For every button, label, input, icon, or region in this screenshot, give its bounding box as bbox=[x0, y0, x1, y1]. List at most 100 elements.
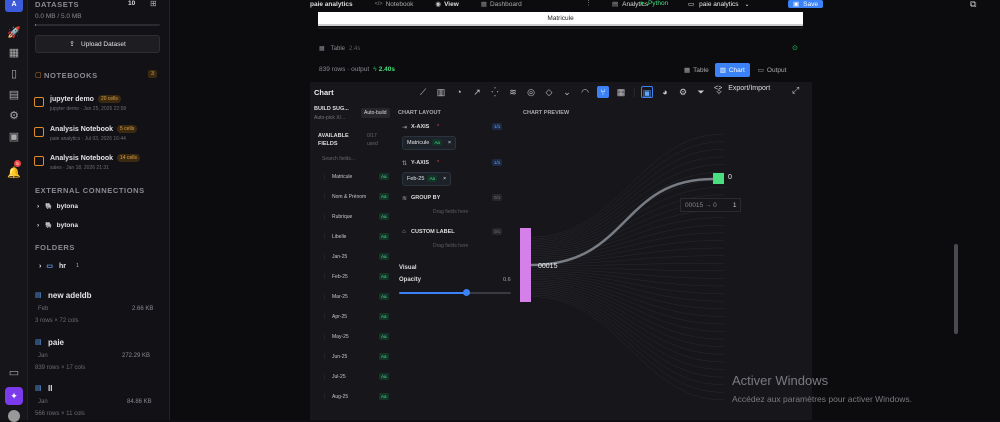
tab-chart[interactable]: ▥ Chart bbox=[714, 63, 750, 77]
rocket-icon[interactable]: 🚀 bbox=[7, 26, 21, 40]
radial-icon[interactable]: ◎ bbox=[525, 86, 537, 98]
add-icon[interactable]: ⊞ bbox=[150, 0, 157, 8]
connection-item[interactable]: › 🐘 bytona bbox=[37, 222, 78, 229]
bell-icon[interactable]: 🔔 bbox=[7, 166, 21, 180]
terminal-icon: ▭ bbox=[757, 67, 764, 74]
bar-chart-icon[interactable]: ▥ bbox=[435, 86, 447, 98]
background-flow-line bbox=[530, 294, 725, 393]
run-duration: 2.40s bbox=[378, 66, 395, 73]
sankey-node-target[interactable] bbox=[713, 173, 724, 184]
tab-output[interactable]: ▭ Output bbox=[754, 63, 791, 77]
chevron-right-icon: › bbox=[39, 262, 42, 270]
more-icon[interactable]: ⋮ bbox=[585, 0, 592, 7]
tab-output-label: Output bbox=[766, 66, 787, 74]
book-icon[interactable]: ▯ bbox=[7, 67, 21, 81]
field-item[interactable]: ⋮ Feb-25 Aa bbox=[320, 272, 390, 286]
notebook-item[interactable]: Analysis Notebook 14 cells sales · Jan 18… bbox=[34, 154, 164, 176]
opacity-thumb[interactable] bbox=[463, 289, 471, 296]
settings-icon[interactable]: ⚙ bbox=[7, 109, 21, 123]
file-item[interactable]: ▤ ll Jan 84.86 KB 566 rows × 11 cols bbox=[35, 384, 165, 420]
field-item[interactable]: ⋮ Jul-25 Aa bbox=[320, 372, 390, 386]
folder-item[interactable]: › ▭ hr 1 bbox=[39, 262, 79, 271]
tab-table[interactable]: ▦ Table bbox=[680, 63, 713, 77]
settings-icon[interactable]: ⚙ bbox=[677, 86, 689, 98]
drag-handle-icon: ⋮ bbox=[322, 234, 327, 240]
expand-icon[interactable]: ⤢ bbox=[792, 85, 799, 96]
box-icon[interactable]: ▣ bbox=[7, 130, 21, 144]
gauge-icon[interactable]: ◠ bbox=[579, 86, 591, 98]
background-flow-line bbox=[530, 240, 725, 262]
file-date: Jan bbox=[38, 399, 48, 405]
filter-icon[interactable]: ⏷ bbox=[695, 86, 707, 98]
y-axis-chip[interactable]: Feb-25 Aa × bbox=[402, 172, 452, 186]
database-icon[interactable]: ▤ bbox=[7, 88, 21, 102]
user-avatar-icon[interactable] bbox=[8, 410, 20, 422]
book-open-icon[interactable]: ▭ bbox=[7, 366, 21, 380]
field-item[interactable]: ⋮ Nom & Prénom Aa bbox=[320, 192, 390, 206]
cube-icon[interactable]: ◇ bbox=[543, 86, 555, 98]
sankey-icon[interactable]: ⑂ bbox=[597, 86, 609, 98]
drag-handle-icon: ⋮ bbox=[322, 214, 327, 220]
field-item[interactable]: ⋮ Mar-25 Aa bbox=[320, 292, 390, 306]
funnel-chart-icon[interactable]: ⌄ bbox=[561, 86, 573, 98]
file-meta: 3 rows × 72 cols bbox=[35, 318, 79, 324]
trend-icon[interactable]: ↗ bbox=[471, 86, 483, 98]
upload-icon: ⇪ bbox=[69, 41, 76, 48]
scatter-icon[interactable]: ⁛ bbox=[489, 86, 501, 98]
group-by-zone[interactable]: ≋ GROUP BY 0/1 Drag fields here bbox=[398, 192, 510, 222]
field-item[interactable]: ⋮ Aug-25 Aa bbox=[320, 392, 390, 406]
auto-build-button[interactable]: Auto-build bbox=[361, 108, 390, 118]
field-item[interactable]: ⋮ Jun-25 Aa bbox=[320, 352, 390, 366]
tab-notebook[interactable]: Notebook bbox=[386, 1, 414, 8]
layers-icon[interactable]: ≋ bbox=[507, 86, 519, 98]
field-item[interactable]: ⋮ Libelle Aa bbox=[320, 232, 390, 246]
header-shadow bbox=[318, 27, 803, 29]
field-item[interactable]: ⋮ Apr-25 Aa bbox=[320, 312, 390, 326]
field-type: Aa bbox=[379, 293, 389, 300]
field-item[interactable]: ⋮ Matricule Aa bbox=[320, 172, 390, 186]
main-area: paie analytics </> Notebook ◉ View ▦ Dashbo… bbox=[170, 0, 1000, 420]
avatar[interactable]: A bbox=[5, 0, 23, 12]
copy-icon[interactable]: ⧉ bbox=[970, 0, 976, 10]
notebook-item[interactable]: Analysis Notebook 5 cells paie analytics … bbox=[34, 125, 164, 147]
magic-button[interactable]: ✦ bbox=[5, 387, 23, 405]
x-axis-zone[interactable]: ⇥ X-AXIS * 1/1 Matricule Aa × bbox=[398, 120, 510, 154]
close-icon[interactable]: × bbox=[443, 176, 446, 182]
x-axis-chip[interactable]: Matricule Aa × bbox=[402, 136, 457, 150]
scrollbar-thumb[interactable] bbox=[954, 244, 958, 334]
file-item[interactable]: ▤ new adeldb Feb 2.66 KB 3 rows × 72 col… bbox=[35, 291, 165, 327]
table-time: 2.4s bbox=[349, 45, 361, 52]
custom-label-zone[interactable]: ⌂ CUSTOM LABEL 0/1 Drag fields here bbox=[398, 226, 510, 256]
grid-icon[interactable]: ▦ bbox=[7, 46, 21, 60]
field-item[interactable]: ⋮ May-25 Aa bbox=[320, 332, 390, 346]
field-search-input[interactable]: Search fields... bbox=[322, 156, 386, 162]
save-button[interactable]: ▣ Save bbox=[788, 0, 823, 8]
field-item[interactable]: ⋮ Rubrique Aa bbox=[320, 212, 390, 226]
export-import-button[interactable]: <> Export/Import bbox=[714, 85, 770, 92]
pie-chart-icon[interactable]: ◔ bbox=[453, 86, 465, 98]
table-icon[interactable]: ▦ bbox=[615, 86, 627, 98]
tooltip-value: 1 bbox=[732, 201, 737, 209]
storage-usage: 0.0 MB / 5.0 MB bbox=[35, 13, 82, 20]
opacity-slider[interactable] bbox=[399, 289, 511, 296]
group-by-count: 0/1 bbox=[492, 194, 503, 201]
y-axis-zone[interactable]: ⇅ Y-AXIS * 1/1 Feb-25 Aa × bbox=[398, 156, 510, 190]
close-icon[interactable]: × bbox=[448, 140, 451, 146]
opacity-label: Opacity bbox=[399, 277, 422, 283]
watermark-subtitle: Accédez aux paramètres pour activer Wind… bbox=[732, 394, 912, 404]
upload-dataset-button[interactable]: ⇪ Upload Dataset bbox=[35, 35, 160, 53]
layout-icon[interactable]: ▣ bbox=[641, 86, 653, 98]
palette-icon[interactable]: ◕ bbox=[659, 86, 671, 98]
eye-icon: ◉ bbox=[435, 1, 442, 8]
tab-view[interactable]: View bbox=[444, 1, 459, 8]
project-select[interactable]: ▭ paie analytics ⌄ bbox=[688, 0, 750, 9]
sankey-node-source[interactable] bbox=[520, 228, 531, 302]
notebook-item[interactable]: jupyter demo 20 cells jupyter demo · Jan … bbox=[34, 95, 164, 117]
file-item[interactable]: ▤ paie Jan 272.29 KB 839 rows × 17 cols bbox=[35, 338, 165, 374]
tooltip-label: 00015 → 0 bbox=[685, 201, 717, 209]
tab-dashboard[interactable]: Dashboard bbox=[490, 1, 522, 8]
field-item[interactable]: ⋮ Jan-25 Aa bbox=[320, 252, 390, 266]
field-name: Libelle bbox=[332, 234, 347, 240]
connection-item[interactable]: › 🐘 bytona bbox=[37, 203, 78, 210]
line-chart-icon[interactable]: ⟋ bbox=[417, 86, 429, 98]
